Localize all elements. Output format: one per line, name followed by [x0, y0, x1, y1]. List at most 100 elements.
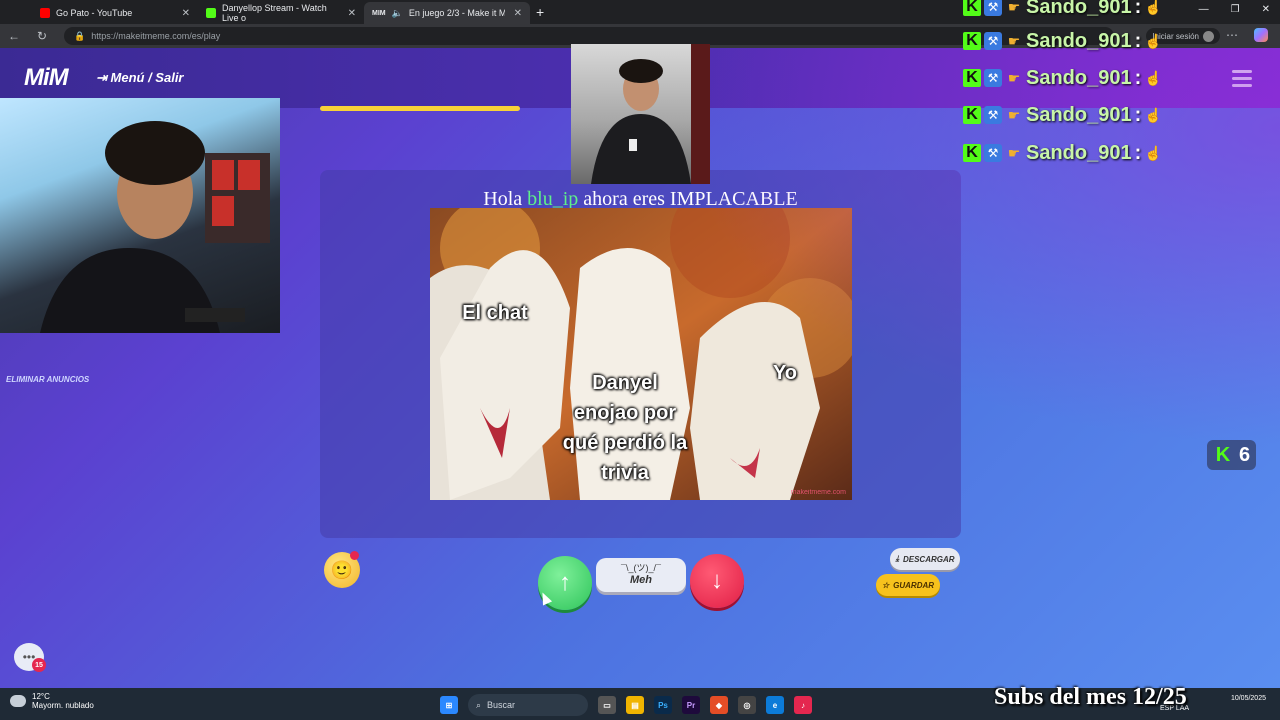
moderator-badge-icon: ⚒	[984, 106, 1002, 124]
meme-watermark: makeitmeme.com	[790, 489, 846, 496]
chat-username: Sando_901	[1026, 29, 1132, 52]
mim-icon: MIM	[372, 9, 386, 17]
round-timer-bar	[320, 106, 520, 111]
taskbar-search[interactable]: ⌕ Buscar	[468, 694, 588, 716]
webcam-overlay-2	[571, 44, 710, 184]
exit-icon: ⇥	[96, 70, 107, 85]
webcam-2-image	[591, 44, 710, 184]
username: blu_ip	[527, 188, 579, 210]
kick-badge-icon: K	[963, 144, 981, 162]
edge-icon[interactable]: e	[766, 696, 784, 714]
tiktok-icon[interactable]: ♪	[794, 696, 812, 714]
search-icon: ⌕	[476, 699, 482, 710]
kick-badge-icon: K	[963, 106, 981, 124]
viewer-count: 6	[1239, 443, 1251, 466]
moderator-badge-icon: ⚒	[984, 69, 1002, 87]
chat-separator: :	[1134, 66, 1142, 89]
menu-exit-label: Menú / Salir	[110, 70, 184, 85]
kick-badge-icon: K	[963, 0, 981, 16]
greeting-suffix: ahora eres IMPLACABLE	[583, 188, 798, 210]
meh-face: ¯\_(ツ)_/¯	[621, 563, 661, 573]
weather-temp: 12°C	[32, 692, 50, 701]
youtube-icon	[40, 8, 50, 18]
cloud-icon	[10, 695, 26, 707]
emote-icon: ☝	[1144, 106, 1162, 123]
tab-kick[interactable]: Danyellop Stream - Watch Live o ✕	[198, 2, 364, 24]
reload-icon[interactable]: ↻	[28, 29, 56, 43]
hand-badge-icon: ☛	[1007, 144, 1021, 161]
meh-label: Meh	[630, 574, 652, 586]
caption-right: Yo	[772, 362, 798, 384]
back-icon[interactable]: ←	[0, 29, 28, 43]
heart-icon	[350, 551, 359, 560]
kick-logo-icon: K	[1215, 443, 1231, 466]
tab-title: Danyellop Stream - Watch Live o	[222, 3, 327, 23]
new-tab-button[interactable]: +	[536, 4, 544, 20]
remove-ads-link[interactable]: ELIMINAR ANUNCIOS	[6, 375, 89, 384]
arrow-down-icon: ↓	[711, 567, 723, 594]
chat-separator: :	[1134, 29, 1142, 52]
chat-count-badge: 15	[32, 658, 46, 672]
kick-badge-icon: K	[963, 32, 981, 50]
copilot-icon[interactable]	[1254, 28, 1268, 42]
chat-message: K ⚒ ☛ Sando_901 : ☝	[963, 65, 1162, 91]
menu-exit-link[interactable]: ⇥ Menú / Salir	[96, 70, 184, 86]
chat-message: K ⚒ ☛ Sando_901 : ☝	[963, 0, 1162, 20]
close-icon[interactable]: ✕	[182, 8, 190, 19]
file-explorer-icon[interactable]: ▤	[626, 696, 644, 714]
url-field[interactable]: 🔒 https://makeitmeme.com/es/play	[64, 27, 1114, 45]
tab-makeitmeme[interactable]: MIM 🔈 En juego 2/3 - Make it Meme ✕	[364, 2, 530, 24]
greeting-prefix: Hola	[483, 188, 523, 210]
speaker-icon[interactable]: 🔈	[392, 8, 403, 19]
task-view-icon[interactable]: ▭	[598, 696, 616, 714]
download-label: DESCARGAR	[902, 554, 955, 564]
chat-username: Sando_901	[1026, 103, 1132, 126]
emote-icon: ☝	[1144, 32, 1162, 49]
lock-icon: 🔒	[74, 30, 86, 41]
webcam-overlay	[0, 98, 280, 333]
moderator-badge-icon: ⚒	[984, 32, 1002, 50]
weather-widget[interactable]: 12°C Mayorm. nublado	[10, 692, 94, 710]
tab-youtube[interactable]: Go Pato - YouTube ✕	[32, 2, 198, 24]
hand-badge-icon: ☛	[1007, 106, 1021, 123]
chat-message: K ⚒ ☛ Sando_901 : ☝	[963, 102, 1162, 128]
subs-counter: Subs del mes 12/25	[994, 684, 1187, 710]
url-text: https://makeitmeme.com/es/play	[91, 31, 221, 41]
more-icon[interactable]: ⋯	[1226, 28, 1238, 42]
game-icon[interactable]: ◎	[738, 696, 756, 714]
chat-username: Sando_901	[1026, 0, 1132, 18]
maximize-icon[interactable]: ❐	[1231, 4, 1240, 15]
avatar	[1203, 30, 1214, 42]
weather-desc: Mayorm. nublado	[32, 701, 94, 710]
close-window-icon[interactable]: ✕	[1262, 4, 1270, 15]
hand-badge-icon: ☛	[1007, 0, 1021, 15]
meme-image: El chat Danyel enojao por qué perdió la …	[430, 208, 852, 500]
minimize-icon[interactable]: —	[1199, 4, 1209, 15]
emote-icon: ☝	[1144, 144, 1162, 161]
tray-date: 10/05/2025	[1230, 695, 1266, 702]
windows-start-icon[interactable]: ⊞	[440, 696, 458, 714]
meh-button[interactable]: ¯\_(ツ)_/¯ Meh	[596, 558, 686, 592]
star-icon: ☆	[881, 580, 890, 590]
moderator-badge-icon: ⚒	[984, 0, 1002, 16]
premiere-icon[interactable]: Pr	[682, 696, 700, 714]
brave-icon[interactable]: ◆	[710, 696, 728, 714]
logo[interactable]: MiM	[24, 64, 69, 92]
tab-title: Go Pato - YouTube	[56, 8, 133, 18]
taskbar-apps: ⊞ ⌕ Buscar ▭ ▤ Ps Pr ◆ ◎ e ♪	[440, 694, 812, 716]
webcam-image	[40, 121, 270, 333]
close-icon[interactable]: ✕	[348, 8, 356, 19]
download-button[interactable]: ⤓ DESCARGAR	[890, 548, 960, 570]
window-controls: — ❐ ✕	[1199, 4, 1270, 15]
hamburger-icon[interactable]	[1232, 70, 1252, 91]
photoshop-icon[interactable]: Ps	[654, 696, 672, 714]
chat-message: K ⚒ ☛ Sando_901 : ☝	[963, 140, 1162, 166]
emote-icon: ☝	[1144, 69, 1162, 86]
chat-username: Sando_901	[1026, 66, 1132, 89]
caption-middle: Danyel enojao por qué perdió la trivia	[562, 372, 688, 484]
chat-separator: :	[1134, 103, 1142, 126]
downvote-button[interactable]: ↓	[690, 554, 744, 608]
save-button[interactable]: ☆ GUARDAR	[876, 574, 940, 596]
close-icon[interactable]: ✕	[514, 8, 522, 19]
save-label: GUARDAR	[893, 580, 935, 590]
